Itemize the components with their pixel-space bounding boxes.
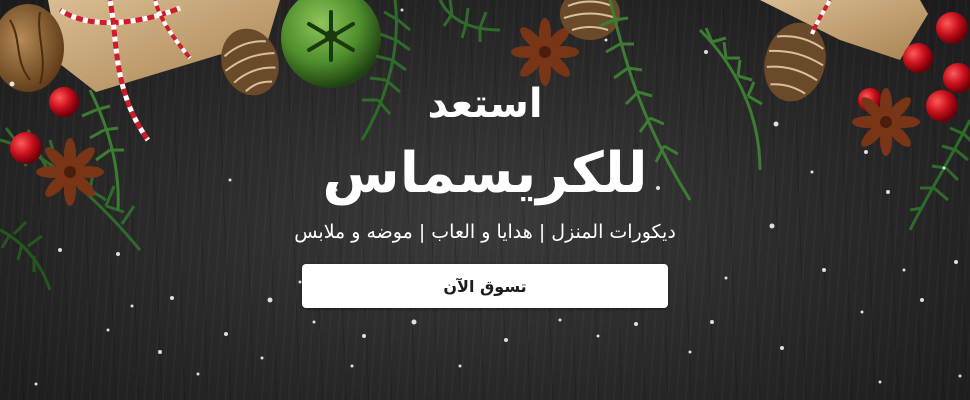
christmas-promo-banner[interactable]: استعد للكريسماس ديكورات المنزل | هدايا و… — [0, 0, 970, 400]
banner-content: استعد للكريسماس ديكورات المنزل | هدايا و… — [0, 0, 970, 400]
shop-now-button[interactable]: تسوق الآن — [302, 264, 668, 308]
category-subtitle: ديكورات المنزل | هدايا و العاب | موضه و … — [294, 221, 676, 243]
headline-line-2: للكريسماس — [322, 141, 648, 206]
headline-line-1: استعد — [427, 81, 543, 127]
